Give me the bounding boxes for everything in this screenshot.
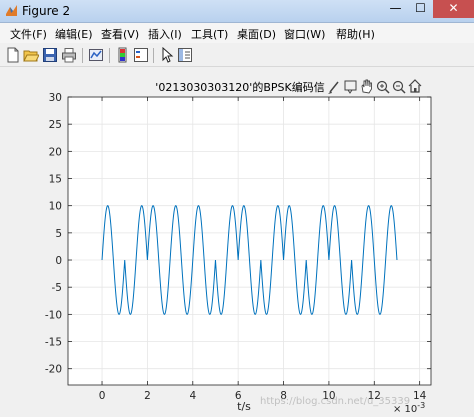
menu-edit[interactable]: 编辑(E) [55,26,93,42]
insert-colorbar-icon[interactable] [115,47,131,63]
y-tick-label: 20 [49,146,62,158]
y-tick-label: 10 [49,201,62,213]
property-inspector-icon[interactable] [177,47,193,63]
figure-canvas[interactable]: 0 2 4 6 8 10 12 14-20-15-10-5051015202530 '0213… [0,67,474,417]
x-axis-label: t/s [237,400,251,413]
y-tick-label: -10 [45,309,62,321]
maximize-button[interactable]: ☐ [408,0,433,18]
csdn-watermark: https://blog.csdn.net/u_35339 [260,396,410,407]
open-file-icon[interactable] [23,47,39,63]
toolbar-separator [109,48,110,63]
menu-help[interactable]: 帮助(H) [336,26,375,42]
close-button[interactable]: ✕ [433,0,474,18]
menu-bar: 文件(F) 编辑(E) 查看(V) 插入(I) 工具(T) 桌面(D) 窗口(W… [0,23,474,43]
matlab-app-icon [6,5,17,16]
insert-legend-icon[interactable] [133,47,149,63]
y-tick-label: -20 [45,364,62,376]
menu-file[interactable]: 文件(F) [10,26,47,42]
toolbar-separator [153,48,154,63]
edit-plot-arrow-icon[interactable] [159,47,175,63]
menu-desktop[interactable]: 桌面(D) [237,26,276,42]
toolbar-separator [82,48,83,63]
menu-tools[interactable]: 工具(T) [191,26,228,42]
figure-toolbar [0,44,474,67]
print-icon[interactable] [61,47,77,63]
y-tick-label: 25 [49,119,62,131]
y-tick-label: -15 [45,337,62,349]
x-tick-label: 0 [99,390,106,402]
menu-window[interactable]: 窗口(W) [284,26,325,42]
y-tick-label: 15 [49,174,62,186]
close-icon: ✕ [448,1,459,15]
minimize-button[interactable]: — [383,0,408,18]
link-plot-icon[interactable] [88,47,104,63]
y-tick-label: 30 [49,92,62,104]
new-figure-icon[interactable] [5,47,21,63]
menu-insert[interactable]: 插入(I) [148,26,182,42]
x-tick-label: 2 [144,390,151,402]
x-tick-label: 4 [189,390,196,402]
chart-title: '0213030303120'的BPSK编码信 [155,80,324,94]
menu-view[interactable]: 查看(V) [101,26,139,42]
minimize-icon: — [389,1,402,15]
window-titlebar: Figure 2 — ☐ ✕ [0,0,474,23]
window-title: Figure 2 [22,4,71,18]
y-tick-label: 5 [55,228,62,240]
y-tick-label: -5 [52,282,62,294]
y-tick-label: 0 [55,255,62,267]
maximize-icon: ☐ [415,1,426,15]
save-icon[interactable] [42,47,58,63]
x-exponent-power: -3 [417,401,425,410]
